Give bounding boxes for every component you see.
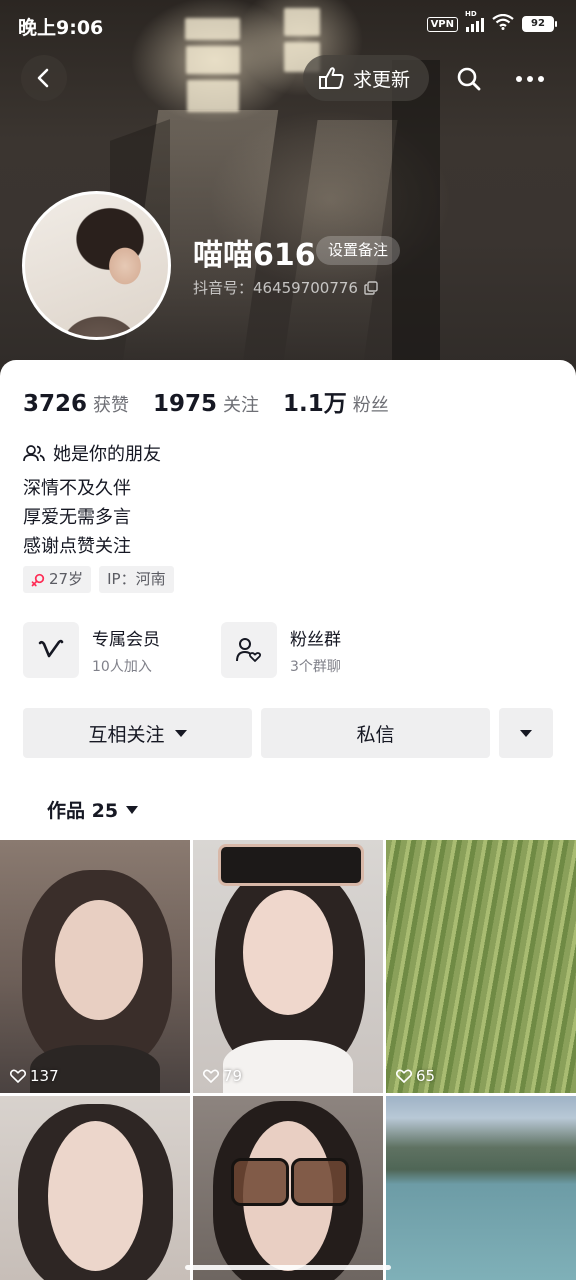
douyin-id-text: 抖音号：46459700776 [193, 279, 358, 297]
works-tab-label: 作品 25 [47, 800, 119, 822]
friend-label: 她是你的朋友 [53, 444, 161, 465]
bio: 深情不及久伴 厚爱无需多言 感谢点赞关注 [23, 474, 131, 561]
bio-line: 厚爱无需多言 [23, 507, 131, 528]
mutual-follow-label: 互相关注 [88, 723, 165, 746]
vpn-icon: VPN [426, 16, 458, 32]
recommend-toggle-button[interactable] [499, 708, 553, 758]
caret-down-icon [174, 729, 187, 737]
membership-subtitle: 10人加入 [92, 658, 152, 675]
video-thumbnail[interactable]: 65 [386, 840, 576, 1093]
battery-icon: 92 [522, 16, 557, 32]
video-thumbnail[interactable]: 79 [193, 840, 383, 1093]
age-tag: 27岁 [23, 566, 92, 593]
caret-down-icon [520, 729, 532, 737]
more-button[interactable] [510, 62, 550, 96]
stat-followers[interactable]: 1.1万 粉丝 [283, 384, 389, 418]
profile-tags: 27岁 IP：河南 [23, 566, 174, 593]
heart-icon [203, 1069, 219, 1083]
like-count: 79 [203, 1067, 242, 1085]
status-bar: 晚上9:06 VPN HD 92 [0, 0, 576, 52]
request-update-label: 求更新 [353, 68, 411, 91]
fan-group-icon [221, 622, 277, 678]
message-label: 私信 [356, 723, 395, 746]
video-thumbnail[interactable] [0, 1096, 190, 1280]
search-icon [457, 67, 481, 91]
status-time: 晚上9:06 [18, 17, 104, 39]
search-button[interactable] [451, 62, 487, 96]
like-count: 65 [396, 1067, 435, 1085]
douyin-id[interactable]: 抖音号：46459700776 [193, 277, 378, 298]
request-update-button[interactable]: 求更新 [303, 55, 429, 101]
home-indicator[interactable] [185, 1265, 391, 1270]
membership-v-icon [23, 622, 79, 678]
fan-group-subtitle: 3个群聊 [290, 658, 341, 675]
heart-icon [396, 1069, 412, 1083]
chevron-left-icon [37, 68, 49, 88]
video-thumbnail[interactable] [193, 1096, 383, 1280]
video-thumbnail[interactable]: 137 [0, 840, 190, 1093]
membership-title: 专属会员 [92, 629, 160, 650]
copy-icon [364, 280, 378, 295]
ip-location-tag: IP：河南 [99, 566, 174, 593]
tab-works[interactable]: 作品 25 [47, 796, 139, 823]
mutual-follow-button[interactable]: 互相关注 [23, 708, 252, 758]
nickname: 喵喵616 [193, 238, 316, 273]
hand-point-icon [317, 65, 345, 91]
video-thumbnail[interactable] [386, 1096, 576, 1280]
fan-group[interactable]: 粉丝群 3个群聊 [221, 622, 341, 678]
stats-row: 3726 获赞 1975 关注 1.1万 粉丝 [23, 384, 413, 418]
friend-indicator: 她是你的朋友 [23, 440, 161, 466]
more-dots-icon [516, 76, 544, 82]
bio-line: 感谢点赞关注 [23, 536, 131, 557]
female-icon [31, 573, 45, 586]
profile-card [0, 360, 576, 840]
stat-likes: 3726 获赞 [23, 391, 130, 417]
cellular-signal-icon: HD [465, 10, 484, 32]
friends-icon [23, 445, 45, 462]
back-button[interactable] [21, 55, 67, 101]
fan-group-title: 粉丝群 [290, 629, 341, 650]
heart-icon [10, 1069, 26, 1083]
caret-down-icon [126, 805, 139, 814]
like-count: 137 [10, 1067, 59, 1085]
avatar[interactable] [22, 191, 171, 340]
bio-line: 深情不及久伴 [23, 478, 131, 499]
exclusive-membership[interactable]: 专属会员 10人加入 [23, 622, 160, 678]
message-button[interactable]: 私信 [261, 708, 490, 758]
wifi-icon [492, 13, 514, 34]
stat-following[interactable]: 1975 关注 [153, 391, 259, 417]
set-remark-button[interactable]: 设置备注 [316, 236, 401, 265]
